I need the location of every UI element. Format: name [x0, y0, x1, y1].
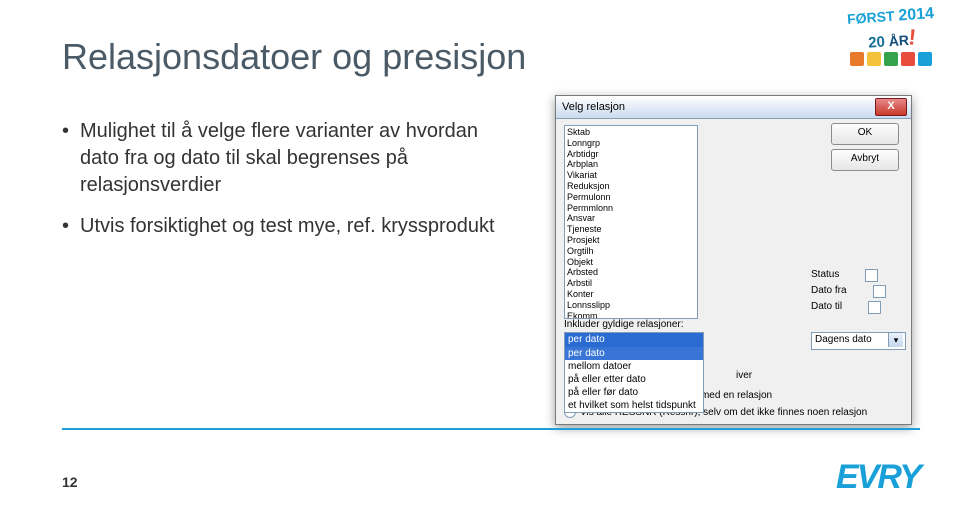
date-combo[interactable]: Dagens dato	[811, 332, 906, 350]
logo-ar: ÅR	[888, 32, 909, 49]
lightbulb-icon	[867, 52, 881, 66]
slide-title: Relasjonsdatoer og presisjon	[62, 36, 526, 78]
list-item[interactable]: Sktab	[567, 127, 695, 138]
datotil-checkbox[interactable]	[868, 301, 881, 314]
piechart-icon	[918, 52, 932, 66]
list-item[interactable]: Ekomm	[567, 311, 695, 319]
list-item[interactable]: Tjeneste	[567, 224, 695, 235]
list-item[interactable]: Lonnsslipp	[567, 300, 695, 311]
bullet-list: Mulighet til å velge flere varianter av …	[62, 118, 522, 254]
list-item[interactable]: Vikariat	[567, 170, 695, 181]
dialog-title-text: Velg relasjon	[562, 101, 625, 113]
list-item[interactable]: Prosjekt	[567, 235, 695, 246]
combo-option[interactable]: per dato	[565, 347, 703, 360]
list-item[interactable]: Permmlonn	[567, 203, 695, 214]
folder-icon	[901, 52, 915, 66]
logo-excl: !	[908, 24, 918, 51]
page-number: 12	[62, 474, 78, 490]
list-item[interactable]: Arbtidgr	[567, 149, 695, 160]
footer-divider	[62, 428, 920, 430]
list-item[interactable]: Arbplan	[567, 159, 695, 170]
include-label: Inkluder gyldige relasjoner:	[564, 319, 684, 330]
relation-listbox[interactable]: Sktab Lonngrp Arbtidgr Arbplan Vikariat …	[564, 125, 698, 319]
combo-selected[interactable]: per dato	[565, 333, 703, 347]
list-item[interactable]: Orgtilh	[567, 246, 695, 257]
list-item[interactable]: Lonngrp	[567, 138, 695, 149]
relation-dialog: Velg relasjon X Sktab Lonngrp Arbtidgr A…	[555, 95, 912, 425]
combo-option[interactable]: et hvilket som helst tidspunkt	[565, 399, 703, 412]
list-item[interactable]: Konter	[567, 289, 695, 300]
list-item[interactable]: Arbstil	[567, 278, 695, 289]
cancel-button[interactable]: Avbryt	[831, 149, 899, 171]
logo-line2: 20	[868, 34, 886, 52]
close-button[interactable]: X	[875, 98, 907, 116]
calendar-icon	[884, 52, 898, 66]
datotil-label: Dato til	[811, 299, 842, 315]
piggybank-icon	[850, 52, 864, 66]
evry-logo: EVRY	[836, 458, 920, 497]
list-item[interactable]: Reduksjon	[567, 181, 695, 192]
datofra-label: Dato fra	[811, 283, 847, 299]
combo-option[interactable]: mellom datoer	[565, 360, 703, 373]
ok-button[interactable]: OK	[831, 123, 899, 145]
list-item[interactable]: Arbsted	[567, 267, 695, 278]
combo-option[interactable]: på eller etter dato	[565, 373, 703, 386]
logo-year: 2014	[898, 5, 935, 24]
status-checkbox[interactable]	[865, 269, 878, 282]
bullet-item: Mulighet til å velge flere varianter av …	[62, 118, 522, 199]
dialog-titlebar: Velg relasjon X	[556, 96, 911, 119]
bullet-item: Utvis forsiktighet og test mye, ref. kry…	[62, 213, 522, 240]
combo-option[interactable]: på eller før dato	[565, 386, 703, 399]
status-label: Status	[811, 267, 839, 283]
list-item[interactable]: Ansvar	[567, 213, 695, 224]
logo-line1: FØRST	[847, 8, 895, 27]
list-item[interactable]: Permulonn	[567, 192, 695, 203]
list-item[interactable]: Objekt	[567, 257, 695, 268]
logo-icon-row	[850, 52, 932, 66]
partially-covered-text: iver	[736, 370, 752, 381]
datofra-checkbox[interactable]	[873, 285, 886, 298]
include-combo[interactable]: per dato per dato mellom datoer på eller…	[564, 332, 704, 413]
forst-logo: FØRST 2014 20 ÅR!	[847, 5, 937, 55]
side-checkbox-group: Status Dato fra Dato til	[811, 267, 886, 315]
